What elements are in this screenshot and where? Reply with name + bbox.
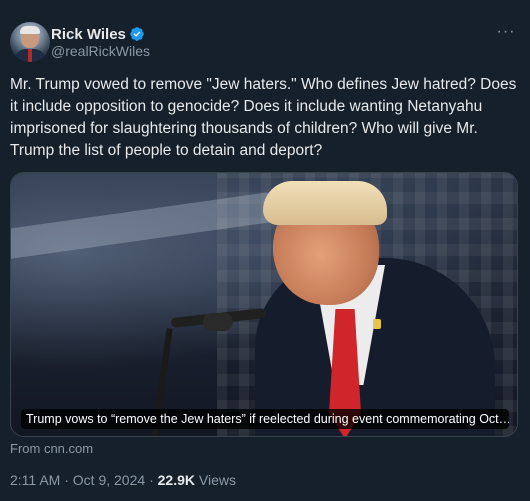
link-card-media[interactable]: Trump vows to “remove the Jew haters” if… [10,172,518,437]
card-source-link[interactable]: From cnn.com [10,441,93,456]
microphone-icon [203,313,233,331]
verified-badge-icon [129,26,145,42]
more-options-icon[interactable]: ··· [496,24,516,42]
views-label: Views [198,472,236,488]
author-handle[interactable]: @realRickWiles [51,43,150,59]
tweet-header: Rick Wiles @realRickWiles ··· [10,22,520,64]
meta-separator: · [64,472,69,488]
avatar-hair [20,26,40,34]
tweet-time[interactable]: 2:11 AM [10,472,60,488]
lapel-pin [373,319,381,329]
views-count: 22.9K [157,472,195,488]
tweet-date[interactable]: Oct 9, 2024 [73,472,145,488]
avatar-tie [28,49,32,62]
tweet-meta: 2:11 AM · Oct 9, 2024 · 22.9K Views [10,472,236,488]
speaker-hair [263,181,387,225]
card-caption: Trump vows to “remove the Jew haters” if… [21,409,509,429]
author-display-name[interactable]: Rick Wiles [51,26,126,43]
meta-separator: · [149,472,154,488]
tweet-text: Mr. Trump vowed to remove "Jew haters." … [10,76,517,159]
author-avatar[interactable] [10,22,50,62]
name-row: Rick Wiles [51,24,145,44]
